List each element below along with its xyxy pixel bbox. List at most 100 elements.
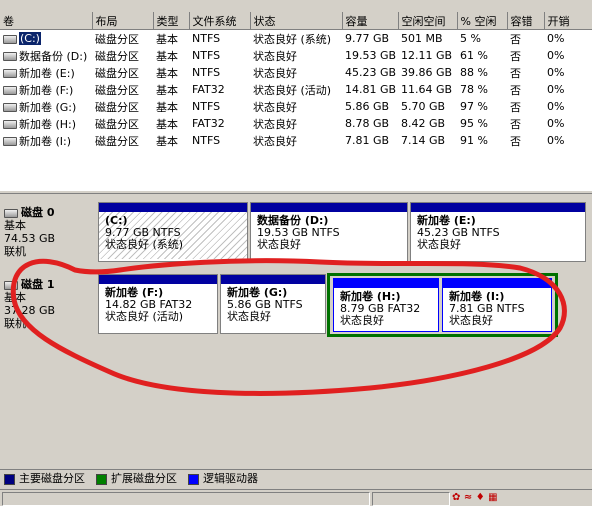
volume-name: 新加卷 (E:) bbox=[19, 66, 75, 80]
partition-status: 状态良好 bbox=[340, 314, 384, 327]
type-cell: 基本 bbox=[156, 134, 178, 148]
table-row[interactable]: (C:) 磁盘分区 基本 NTFS 状态良好 (系统) 9.77 GB 501 … bbox=[0, 30, 592, 48]
free-space-cell: 8.42 GB bbox=[401, 117, 446, 130]
type-cell: 基本 bbox=[156, 32, 178, 46]
free-space-cell: 5.70 GB bbox=[401, 100, 446, 113]
col-header-capacity[interactable]: 容量 bbox=[342, 12, 399, 30]
table-empty-space bbox=[0, 149, 592, 190]
overhead-cell: 0% bbox=[547, 83, 565, 96]
partition-body: 新加卷 (E:) 45.23 GB NTFS 状态良好 bbox=[411, 212, 585, 251]
volume-cell: 新加卷 (I:) bbox=[0, 132, 92, 149]
disk-1-label[interactable]: 磁盘 1 基本 37.28 GB 联机 bbox=[4, 278, 55, 330]
drive-icon bbox=[3, 103, 17, 112]
logical-drive-i[interactable]: 新加卷 (I:) 7.81 GB NTFS 状态良好 bbox=[442, 278, 552, 332]
col-header-type[interactable]: 类型 bbox=[153, 12, 190, 30]
free-space-cell: 11.64 GB bbox=[401, 83, 453, 96]
logical-drive-h[interactable]: 新加卷 (H:) 8.79 GB FAT32 状态良好 bbox=[333, 278, 439, 332]
volume-cell: 数据备份 (D:) bbox=[0, 47, 92, 64]
overhead-cell: 0% bbox=[547, 117, 565, 130]
status-bar bbox=[0, 489, 592, 506]
partition-body: 新加卷 (G:) 5.86 GB NTFS 状态良好 bbox=[221, 284, 325, 323]
primary-partition-bar bbox=[99, 275, 217, 284]
table-row[interactable]: 新加卷 (F:) 磁盘分区 基本 FAT32 状态良好 (活动) 14.81 G… bbox=[0, 81, 592, 98]
percent-free-cell: 95 % bbox=[460, 117, 488, 130]
col-header-layout[interactable]: 布局 bbox=[92, 12, 154, 30]
col-header-status[interactable]: 状态 bbox=[250, 12, 343, 30]
table-row[interactable]: 新加卷 (I:) 磁盘分区 基本 NTFS 状态良好 7.81 GB 7.14 … bbox=[0, 132, 592, 149]
partition-status: 状态良好 (系统) bbox=[105, 238, 184, 251]
filesystem-cell: NTFS bbox=[192, 134, 221, 147]
status-cell: 状态良好 bbox=[253, 100, 297, 114]
col-header-filesystem[interactable]: 文件系统 bbox=[189, 12, 251, 30]
legend-divider bbox=[0, 469, 592, 470]
filesystem-cell: NTFS bbox=[192, 49, 221, 62]
partition-e[interactable]: 新加卷 (E:) 45.23 GB NTFS 状态良好 bbox=[410, 202, 586, 262]
partition-f[interactable]: 新加卷 (F:) 14.82 GB FAT32 状态良好 (活动) bbox=[98, 274, 218, 334]
legend-item-extended: 扩展磁盘分区 bbox=[96, 472, 177, 486]
partition-body: 新加卷 (F:) 14.82 GB FAT32 状态良好 (活动) bbox=[99, 284, 217, 323]
disk-icon bbox=[4, 208, 18, 218]
volume-name: 新加卷 (G:) bbox=[19, 100, 77, 114]
overhead-cell: 0% bbox=[547, 32, 565, 45]
capacity-cell: 8.78 GB bbox=[345, 117, 390, 130]
volume-name: 新加卷 (H:) bbox=[19, 117, 77, 131]
primary-partition-bar bbox=[221, 275, 325, 284]
table-row[interactable]: 新加卷 (G:) 磁盘分区 基本 NTFS 状态良好 5.86 GB 5.70 … bbox=[0, 98, 592, 115]
disk-size: 74.53 GB bbox=[4, 232, 56, 245]
free-space-cell: 12.11 GB bbox=[401, 49, 453, 62]
volume-cell: 新加卷 (E:) bbox=[0, 64, 92, 81]
drive-icon bbox=[3, 69, 17, 78]
layout-cell: 磁盘分区 bbox=[95, 117, 139, 131]
percent-free-cell: 88 % bbox=[460, 66, 488, 79]
layout-cell: 磁盘分区 bbox=[95, 100, 139, 114]
status-cell: 状态良好 bbox=[253, 134, 297, 148]
partition-status: 状态良好 bbox=[227, 310, 271, 323]
status-cell: 状态良好 (活动) bbox=[253, 83, 332, 97]
disk-name: 磁盘 0 bbox=[21, 206, 55, 219]
filesystem-cell: NTFS bbox=[192, 66, 221, 79]
table-row[interactable]: 新加卷 (E:) 磁盘分区 基本 NTFS 状态良好 45.23 GB 39.8… bbox=[0, 64, 592, 81]
capacity-cell: 5.86 GB bbox=[345, 100, 390, 113]
percent-free-cell: 61 % bbox=[460, 49, 488, 62]
partition-d[interactable]: 数据备份 (D:) 19.53 GB NTFS 状态良好 bbox=[250, 202, 408, 262]
fault-tolerance-cell: 否 bbox=[510, 49, 521, 63]
col-header-percent-free[interactable]: % 空闲 bbox=[457, 12, 508, 30]
legend-label: 逻辑驱动器 bbox=[203, 472, 258, 485]
disk-0-label[interactable]: 磁盘 0 基本 74.53 GB 联机 bbox=[4, 206, 55, 258]
col-header-overhead[interactable]: 开销 bbox=[544, 12, 592, 30]
partition-body: 新加卷 (I:) 7.81 GB NTFS 状态良好 bbox=[443, 288, 551, 327]
logical-drive-bar bbox=[443, 279, 551, 288]
free-space-cell: 501 MB bbox=[401, 32, 443, 45]
disk-icon bbox=[4, 280, 18, 290]
fault-tolerance-cell: 否 bbox=[510, 66, 521, 80]
volume-name: (C:) bbox=[19, 32, 41, 45]
overhead-cell: 0% bbox=[547, 49, 565, 62]
fault-tolerance-cell: 否 bbox=[510, 117, 521, 131]
partition-c[interactable]: (C:) 9.77 GB NTFS 状态良好 (系统) bbox=[98, 202, 248, 262]
capacity-cell: 9.77 GB bbox=[345, 32, 390, 45]
partition-g[interactable]: 新加卷 (G:) 5.86 GB NTFS 状态良好 bbox=[220, 274, 326, 334]
legend-label: 主要磁盘分区 bbox=[19, 472, 85, 485]
capacity-cell: 45.23 GB bbox=[345, 66, 397, 79]
disk-name: 磁盘 1 bbox=[21, 278, 55, 291]
layout-cell: 磁盘分区 bbox=[95, 49, 139, 63]
col-header-fault-tolerance[interactable]: 容错 bbox=[507, 12, 545, 30]
type-cell: 基本 bbox=[156, 117, 178, 131]
partition-body: 数据备份 (D:) 19.53 GB NTFS 状态良好 bbox=[251, 212, 407, 251]
drive-icon bbox=[3, 52, 17, 61]
table-row[interactable]: 数据备份 (D:) 磁盘分区 基本 NTFS 状态良好 19.53 GB 12.… bbox=[0, 47, 592, 64]
type-cell: 基本 bbox=[156, 83, 178, 97]
col-header-volume[interactable]: 卷 bbox=[0, 12, 93, 30]
col-header-free-space[interactable]: 空闲空间 bbox=[398, 12, 458, 30]
overhead-cell: 0% bbox=[547, 66, 565, 79]
filesystem-cell: FAT32 bbox=[192, 83, 225, 96]
free-space-cell: 39.86 GB bbox=[401, 66, 453, 79]
volume-name: 数据备份 (D:) bbox=[19, 49, 88, 63]
legend-item-logical: 逻辑驱动器 bbox=[188, 472, 258, 486]
table-row[interactable]: 新加卷 (H:) 磁盘分区 基本 FAT32 状态良好 8.78 GB 8.42… bbox=[0, 115, 592, 132]
disk-state: 联机 bbox=[4, 317, 26, 330]
disk-size: 37.28 GB bbox=[4, 304, 56, 317]
partition-status: 状态良好 bbox=[417, 238, 461, 251]
volume-name: 新加卷 (I:) bbox=[19, 134, 72, 148]
partition-body: (C:) 9.77 GB NTFS 状态良好 (系统) bbox=[99, 212, 247, 259]
